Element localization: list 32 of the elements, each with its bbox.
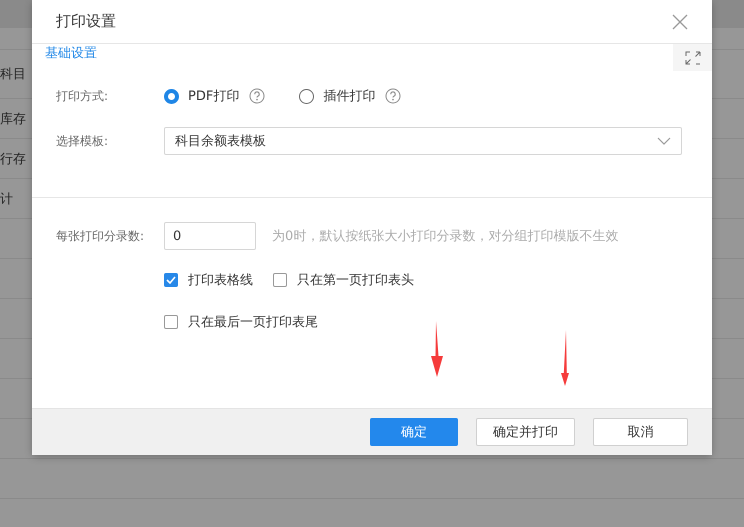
field-label: 每张打印分录数: [56,228,146,244]
checkbox-label[interactable]: 打印表格线 [188,271,253,289]
field-label: 选择模板: [56,132,110,150]
help-icon[interactable] [385,88,402,104]
checkbox[interactable] [164,315,178,329]
checkbox[interactable] [273,273,287,287]
select-value: 科目余额表模板 [174,133,266,150]
table-cell-text: 计 [0,190,13,208]
table-cell-text: 行存 [0,150,26,168]
checkbox-label[interactable]: 只在最后一页打印表尾 [188,313,318,331]
checkbox[interactable] [164,273,178,287]
fullscreen-button[interactable] [673,44,712,71]
close-icon[interactable] [672,14,688,30]
field-label: 打印方式: [56,88,110,104]
checkbox-label[interactable]: 只在第一页打印表头 [297,271,414,289]
dialog-title: 打印设置 [56,12,116,31]
table-cell-text: 科目 [0,66,26,83]
radio-button[interactable] [299,88,314,104]
hint-text: 为0时，默认按纸张大小打印分录数，对分组打印模版不生效 [272,228,618,245]
expand-icon [684,50,700,64]
input-field[interactable]: 0 [164,222,256,250]
dialog-button[interactable]: 取消 [593,418,688,446]
radio-label[interactable]: PDF打印 [188,87,240,105]
settings-tab[interactable]: 基础设置 [32,41,97,61]
template-select[interactable]: 科目余额表模板 [164,127,682,155]
chevron-down-icon [657,137,671,145]
radio-button[interactable] [164,88,179,104]
radio-label[interactable]: 插件打印 [323,87,376,105]
help-icon[interactable] [249,88,266,104]
table-cell-text: 库存 [0,110,26,128]
confirm-button[interactable]: 确定 [370,418,458,446]
dialog-button[interactable]: 确定并打印 [476,418,575,446]
